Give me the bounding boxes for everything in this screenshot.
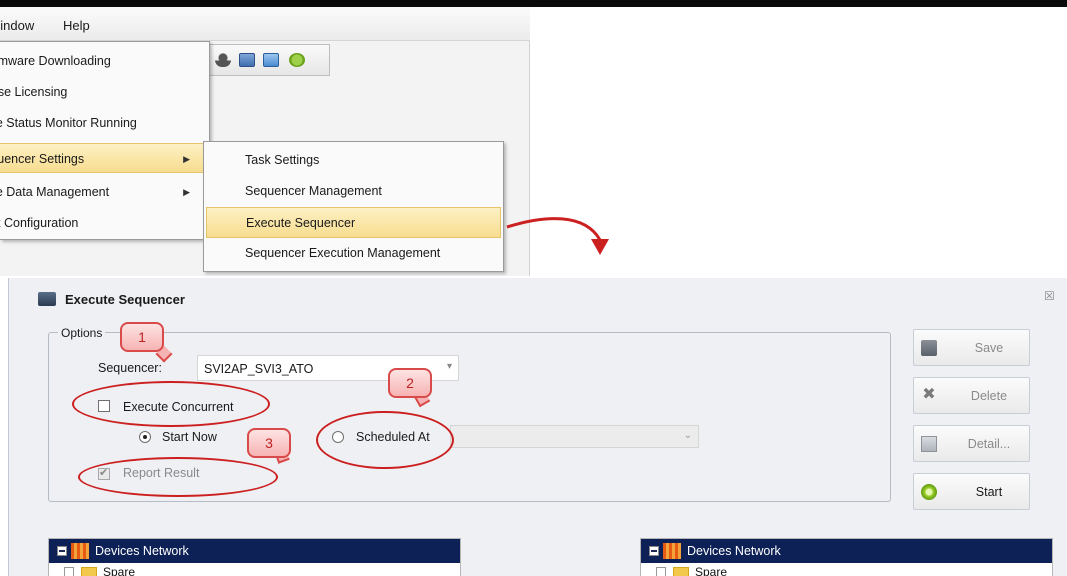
tree-node-label: Spare <box>103 565 136 576</box>
annotation-arrow-icon <box>506 217 609 255</box>
annotation-callout-3: 3 <box>247 428 291 458</box>
menu-item-label: Report Configuration <box>0 216 79 230</box>
save-button[interactable]: Save <box>913 329 1030 366</box>
detail-icon <box>921 436 937 452</box>
sequencer-dropdown-value: SVI2AP_SVI3_ATO <box>204 362 314 376</box>
top-border <box>0 0 1067 7</box>
start-button-label: Start <box>975 485 1003 499</box>
annotation-ellipse-3 <box>78 457 278 497</box>
tree-node-label: Spare <box>695 565 728 576</box>
tools-menu: Firmware Downloading License Licensing R… <box>0 41 210 240</box>
menu-item-label: Sequencer Settings <box>0 152 85 166</box>
scheduled-at-dropdown[interactable]: ⌄ <box>450 425 699 448</box>
tree-header[interactable]: Devices Network <box>49 539 460 563</box>
toolbar <box>206 44 330 76</box>
tree-node-spare[interactable]: Spare <box>641 565 1052 576</box>
submenu-arrow-icon: ▶ <box>183 154 190 164</box>
annotation-callout-1: 1 <box>120 322 164 352</box>
menu-window[interactable]: Window <box>0 18 34 33</box>
chevron-down-icon: ▾ <box>446 361 452 372</box>
sequencer-settings-submenu: Task Settings Sequencer Management Execu… <box>203 141 504 272</box>
submenu-arrow-icon: ▶ <box>183 187 190 197</box>
dialog-window-icon <box>38 292 56 306</box>
menu-bar: Window Help <box>0 7 530 41</box>
annotation-callout-2: 2 <box>388 368 432 398</box>
network-icon[interactable] <box>263 53 279 67</box>
menu-item-label: Firmware Downloading <box>0 54 111 68</box>
user-icon[interactable] <box>215 53 231 67</box>
menu-item-label: Remote Data Management <box>0 185 110 199</box>
submenu-item-sequencer-management[interactable]: Sequencer Management <box>204 176 503 207</box>
folder-icon <box>81 567 97 576</box>
save-button-label: Save <box>974 341 1004 355</box>
menu-item-firmware-downloading[interactable]: Firmware Downloading <box>0 46 191 76</box>
collapse-icon[interactable] <box>656 567 666 576</box>
play-icon <box>921 484 937 500</box>
save-icon <box>921 340 937 356</box>
tree-header[interactable]: Devices Network <box>641 539 1052 563</box>
submenu-item-execute-sequencer[interactable]: Execute Sequencer <box>206 207 501 238</box>
menu-item-sequencer-settings[interactable]: Sequencer Settings ▶ <box>0 143 208 173</box>
factory-icon <box>663 543 681 559</box>
menu-item-licensing[interactable]: License Licensing <box>0 77 176 107</box>
dialog-title: Execute Sequencer <box>65 292 185 307</box>
options-group-label: Options <box>58 326 106 340</box>
menu-item-report-configuration[interactable]: Report Configuration <box>0 208 171 238</box>
tree-node-spare[interactable]: Spare <box>49 565 460 576</box>
folder-icon <box>673 567 689 576</box>
start-now-radio[interactable] <box>139 431 151 443</box>
delete-icon: ✖ <box>922 386 936 403</box>
tree-header-label: Devices Network <box>95 544 189 558</box>
refresh-icon[interactable] <box>289 53 305 67</box>
annotation-ellipse-2 <box>316 411 454 469</box>
menu-item-label: License Licensing <box>0 85 68 99</box>
factory-icon <box>71 543 89 559</box>
detail-button-label: Detail... <box>967 437 1011 451</box>
monitor-icon[interactable] <box>239 53 255 67</box>
menu-help[interactable]: Help <box>63 18 90 33</box>
start-now-label[interactable]: Start Now <box>162 430 217 444</box>
dialog-close-icon[interactable]: ☒ <box>1044 289 1055 303</box>
detail-button[interactable]: Detail... <box>913 425 1030 462</box>
menu-item-label: Remote Status Monitor Running <box>0 116 137 130</box>
collapse-icon[interactable] <box>649 546 659 556</box>
tree-header-label: Devices Network <box>687 544 781 558</box>
collapse-icon[interactable] <box>64 567 74 576</box>
delete-button-label: Delete <box>970 389 1008 403</box>
devices-network-tree-left[interactable]: Devices Network Spare <box>48 538 461 576</box>
menu-item-status-monitor[interactable]: Remote Status Monitor Running <box>0 108 167 138</box>
sequencer-label: Sequencer: <box>98 361 162 375</box>
menu-item-data-management[interactable]: Remote Data Management ▶ <box>0 177 208 207</box>
delete-button[interactable]: ✖ Delete <box>913 377 1030 414</box>
chevron-down-icon: ⌄ <box>683 430 692 441</box>
collapse-icon[interactable] <box>57 546 67 556</box>
submenu-item-task-settings[interactable]: Task Settings <box>204 145 503 176</box>
devices-network-tree-right[interactable]: Devices Network Spare <box>640 538 1053 576</box>
start-button[interactable]: Start <box>913 473 1030 510</box>
annotation-ellipse-1 <box>72 381 270 427</box>
submenu-item-execution-management[interactable]: Sequencer Execution Management <box>204 238 503 269</box>
